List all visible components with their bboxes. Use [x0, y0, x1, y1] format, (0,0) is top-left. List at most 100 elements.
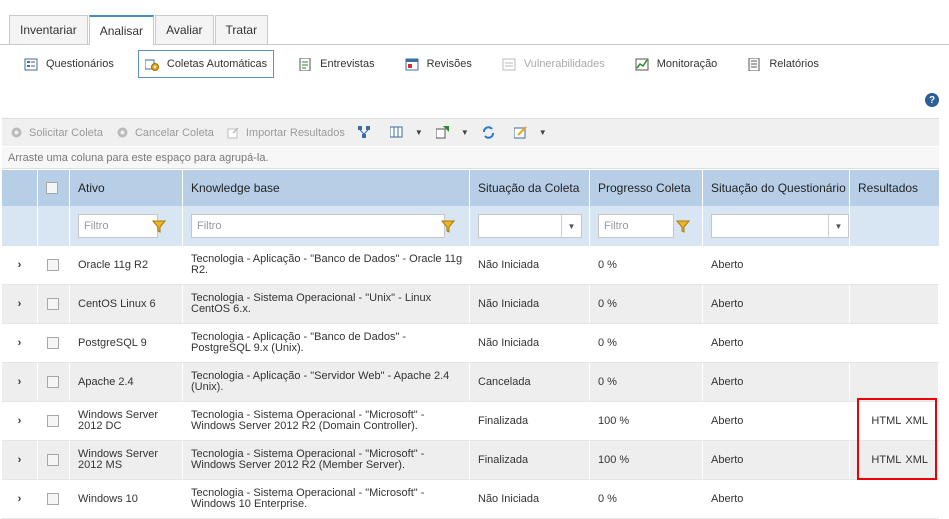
- filter-funnel-icon[interactable]: [440, 219, 456, 233]
- gear-icon: [116, 126, 129, 139]
- tab-inventariar[interactable]: Inventariar: [9, 15, 88, 44]
- chevron-down-icon[interactable]: ▼: [561, 215, 581, 237]
- help-icon[interactable]: ?: [925, 93, 939, 107]
- grid-header: Ativo Knowledge base Situação da Coleta …: [2, 170, 939, 206]
- row-checkbox-cell[interactable]: [38, 246, 70, 284]
- select-all-checkbox[interactable]: [46, 182, 58, 194]
- expand-chevron-icon[interactable]: ›: [2, 246, 38, 284]
- table-row[interactable]: › Oracle 11g R2 Tecnologia - Aplicação -…: [2, 246, 939, 285]
- chevron-down-icon: ▼: [460, 128, 469, 137]
- header-select-all[interactable]: [38, 170, 70, 206]
- export-icon: [435, 126, 449, 139]
- cell-coleta: Cancelada: [470, 363, 590, 401]
- table-row[interactable]: › Apache 2.4 Tecnologia - Aplicação - "S…: [2, 363, 939, 402]
- columns-icon: [389, 126, 403, 139]
- subnav-coletas-automaticas[interactable]: Coletas Automáticas: [137, 50, 275, 78]
- header-resultados[interactable]: Resultados: [850, 170, 939, 206]
- row-checkbox[interactable]: [47, 376, 59, 388]
- table-row[interactable]: › Windows 10 Tecnologia - Sistema Operac…: [2, 480, 939, 519]
- cell-coleta: Finalizada: [470, 441, 590, 479]
- filter-progresso-input[interactable]: Filtro: [598, 214, 674, 238]
- row-checkbox-cell[interactable]: [38, 285, 70, 323]
- tab-analisar[interactable]: Analisar: [88, 15, 155, 45]
- cancel-collect-button[interactable]: Cancelar Coleta: [116, 126, 214, 139]
- tab-tratar[interactable]: Tratar: [214, 15, 269, 44]
- import-icon: [227, 126, 240, 139]
- cell-questionario: Aberto: [703, 402, 850, 440]
- cell-progresso: 100 %: [590, 402, 703, 440]
- row-checkbox[interactable]: [47, 493, 59, 505]
- table-row[interactable]: › Windows Server 2012 MS Tecnologia - Si…: [2, 441, 939, 480]
- row-checkbox[interactable]: [47, 298, 59, 310]
- tab-avaliar[interactable]: Avaliar: [155, 15, 214, 44]
- subnav-questionarios[interactable]: Questionários: [18, 50, 120, 78]
- refresh-button[interactable]: [482, 126, 501, 139]
- sub-navigation: Questionários Coletas Automáticas Entrev…: [18, 50, 843, 78]
- cell-progresso: 0 %: [590, 480, 703, 518]
- hierarchy-button[interactable]: [357, 126, 377, 139]
- row-checkbox-cell[interactable]: [38, 480, 70, 518]
- filter-kb-input[interactable]: Filtro: [191, 214, 445, 238]
- report-icon: [747, 57, 761, 71]
- import-results-button[interactable]: Importar Resultados: [227, 126, 345, 139]
- expand-chevron-icon[interactable]: ›: [2, 402, 38, 440]
- request-collect-button[interactable]: Solicitar Coleta: [10, 126, 103, 139]
- filter-spacer: [2, 206, 38, 246]
- subnav-revisoes[interactable]: Revisões: [399, 50, 478, 78]
- table-row[interactable]: › PostgreSQL 9 Tecnologia - Aplicação - …: [2, 324, 939, 363]
- row-checkbox-cell[interactable]: [38, 402, 70, 440]
- row-checkbox[interactable]: [47, 259, 59, 271]
- expand-chevron-icon[interactable]: ›: [2, 285, 38, 323]
- filter-spacer: [38, 206, 70, 246]
- cell-kb: Tecnologia - Aplicação - "Banco de Dados…: [183, 324, 470, 362]
- edit-menu-button[interactable]: ▼: [513, 126, 547, 139]
- row-checkbox[interactable]: [47, 337, 59, 349]
- filter-funnel-icon[interactable]: [675, 219, 691, 233]
- export-menu-button[interactable]: ▼: [435, 126, 469, 139]
- subnav-label: Entrevistas: [320, 58, 375, 70]
- chevron-down-icon[interactable]: ▼: [828, 215, 848, 237]
- header-situacao-questionario[interactable]: Situação do Questionário: [703, 170, 850, 206]
- filter-questionario-cell: ▼: [703, 206, 850, 246]
- auto-collect-icon: [144, 58, 159, 71]
- filter-questionario-select[interactable]: ▼: [711, 214, 849, 238]
- subnav-monitoracao[interactable]: Monitoração: [629, 50, 724, 78]
- header-knowledge-base[interactable]: Knowledge base: [183, 170, 470, 206]
- row-checkbox-cell[interactable]: [38, 441, 70, 479]
- cell-progresso: 100 %: [590, 441, 703, 479]
- expand-chevron-icon[interactable]: ›: [2, 441, 38, 479]
- header-ativo[interactable]: Ativo: [70, 170, 183, 206]
- hierarchy-icon: [357, 126, 371, 139]
- cell-ativo: Windows 10: [70, 480, 183, 518]
- table-row[interactable]: › CentOS Linux 6 Tecnologia - Sistema Op…: [2, 285, 939, 324]
- header-situacao-coleta[interactable]: Situação da Coleta: [470, 170, 590, 206]
- cell-kb: Tecnologia - Aplicação - "Servidor Web" …: [183, 363, 470, 401]
- header-progresso-coleta[interactable]: Progresso Coleta: [590, 170, 703, 206]
- subnav-vulnerabilidades[interactable]: Vulnerabilidades: [496, 50, 611, 78]
- subnav-relatorios[interactable]: Relatórios: [741, 50, 825, 78]
- expand-chevron-icon[interactable]: ›: [2, 480, 38, 518]
- subnav-label: Relatórios: [769, 58, 819, 70]
- main-tabs: Inventariar Analisar Avaliar Tratar: [9, 15, 269, 45]
- table-row[interactable]: › Windows Server 2012 DC Tecnologia - Si…: [2, 402, 939, 441]
- row-checkbox[interactable]: [47, 454, 59, 466]
- expand-chevron-icon[interactable]: ›: [2, 324, 38, 362]
- group-by-area[interactable]: Arraste uma coluna para este espaço para…: [2, 147, 939, 169]
- row-checkbox-cell[interactable]: [38, 324, 70, 362]
- filter-ativo-input[interactable]: Filtro: [78, 214, 158, 238]
- filter-coleta-cell: ▼: [470, 206, 590, 246]
- questionnaire-icon: [24, 58, 38, 71]
- row-checkbox[interactable]: [47, 415, 59, 427]
- subnav-entrevistas[interactable]: Entrevistas: [292, 50, 380, 78]
- expand-chevron-icon[interactable]: ›: [2, 363, 38, 401]
- cell-resultados: [850, 285, 939, 323]
- grid-toolbar: Solicitar Coleta Cancelar Coleta Importa…: [2, 118, 939, 146]
- cell-resultados: [850, 324, 939, 362]
- filter-coleta-select[interactable]: ▼: [478, 214, 582, 238]
- cell-coleta: Finalizada: [470, 402, 590, 440]
- filter-funnel-icon[interactable]: [151, 219, 167, 233]
- chevron-down-icon: ▼: [414, 128, 423, 137]
- row-checkbox-cell[interactable]: [38, 363, 70, 401]
- columns-menu-button[interactable]: ▼: [389, 126, 423, 139]
- subnav-label: Coletas Automáticas: [166, 58, 268, 70]
